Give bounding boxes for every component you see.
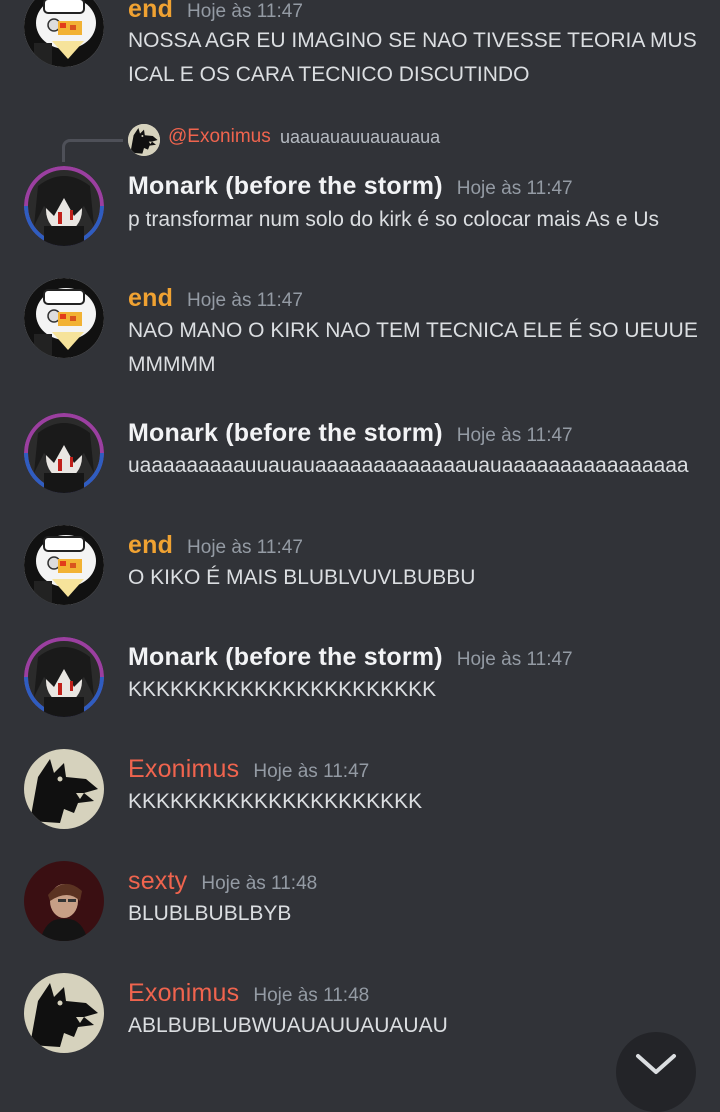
timestamp: Hoje às 11:47 (253, 761, 370, 782)
anime-avatar[interactable] (24, 413, 104, 493)
author-name[interactable]: end (128, 284, 173, 312)
reply-author[interactable]: @Exonimus (168, 126, 271, 148)
message-text: BLUBLBUBLBYB (128, 902, 292, 925)
message-text: ABLBUBLUBWUAUAUUAUAUAU (128, 1014, 448, 1037)
message-text: NAO MANO O KIRK NAO TEM TECNICA ELE É SO… (128, 319, 698, 376)
author-name[interactable]: end (128, 531, 173, 559)
reply-preview-text[interactable]: uaauauauuauauaua (280, 127, 440, 148)
duck-avatar[interactable] (24, 278, 104, 358)
author-name[interactable]: Monark (before the storm) (128, 643, 443, 671)
message-text: NOSSA AGR EU IMAGINO SE NAO TIVESSE TEOR… (128, 29, 697, 86)
wolf-avatar[interactable] (24, 973, 104, 1053)
wolf-avatar[interactable] (24, 749, 104, 829)
duck-avatar[interactable] (24, 525, 104, 605)
timestamp: Hoje às 11:47 (187, 1, 303, 22)
jump-to-bottom-button[interactable] (616, 1032, 696, 1112)
author-name[interactable]: end (128, 0, 173, 23)
reply-avatar[interactable] (128, 124, 160, 156)
author-name[interactable]: sexty (128, 867, 187, 895)
reply-connector (62, 139, 123, 162)
message-text: KKKKKKKKKKKKKKKKKKKKKK (128, 678, 437, 701)
timestamp: Hoje às 11:47 (456, 425, 573, 446)
timestamp: Hoje às 11:48 (253, 985, 370, 1006)
timestamp: Hoje às 11:47 (456, 649, 573, 670)
message-text: O KIKO É MAIS BLUBLVUVLBUBBU (128, 566, 476, 589)
chevron-down-icon (636, 1054, 676, 1074)
anime-avatar[interactable] (24, 166, 104, 246)
timestamp: Hoje às 11:48 (201, 873, 318, 894)
message-text: uaaaaaaaaauuauauaaaaaaaaaaaaauauaaaaaaaa… (128, 454, 689, 477)
author-name[interactable]: Exonimus (128, 979, 239, 1007)
anime-avatar[interactable] (24, 637, 104, 717)
portrait-avatar[interactable] (24, 861, 104, 941)
duck-avatar[interactable] (24, 0, 104, 67)
message-text: KKKKKKKKKKKKKKKKKKKKK (128, 790, 423, 813)
timestamp: Hoje às 11:47 (187, 290, 303, 311)
timestamp: Hoje às 11:47 (456, 178, 573, 199)
author-name[interactable]: Exonimus (128, 755, 239, 783)
message-text: p transformar num solo do kirk é so colo… (128, 208, 660, 231)
timestamp: Hoje às 11:47 (187, 537, 303, 558)
author-name[interactable]: Monark (before the storm) (128, 172, 443, 200)
author-name[interactable]: Monark (before the storm) (128, 419, 443, 447)
